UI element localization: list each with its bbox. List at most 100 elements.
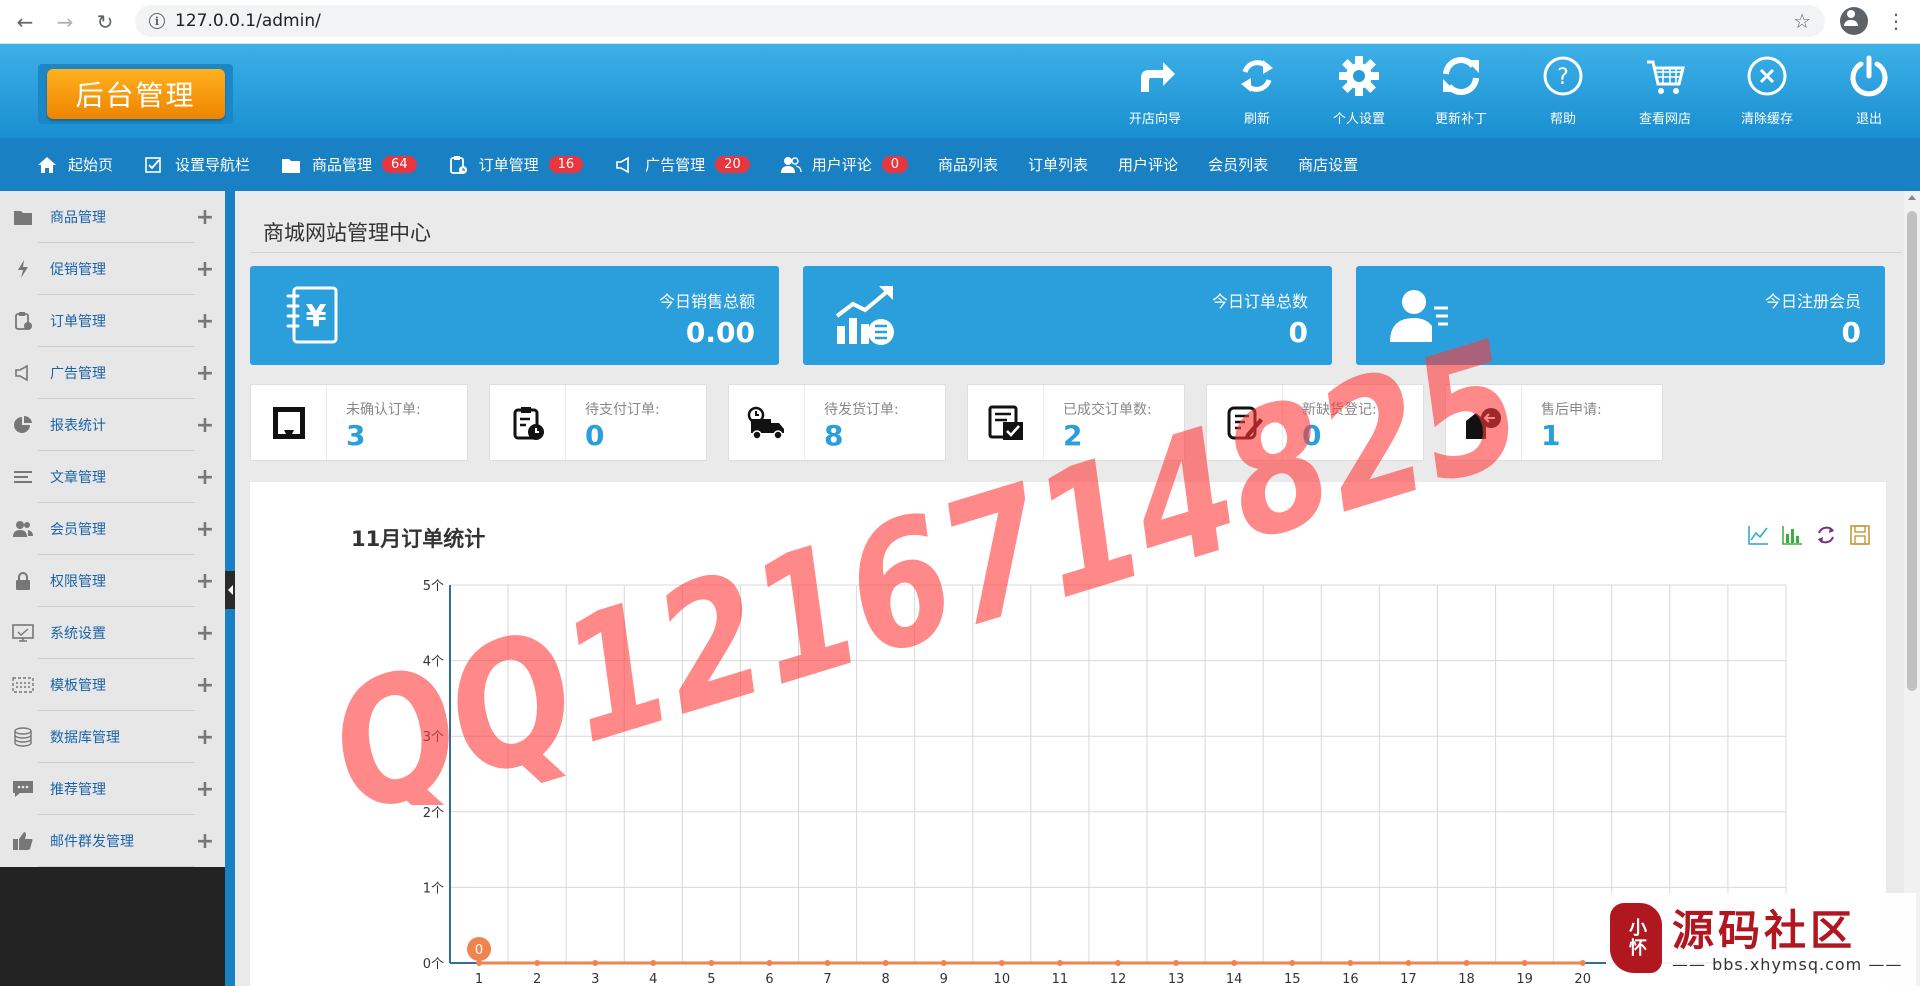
- plus-icon[interactable]: +: [185, 621, 225, 646]
- card-completed-orders[interactable]: 已成交订单数: 2: [967, 384, 1185, 461]
- sidebar-item-database[interactable]: 数据库管理 +: [0, 711, 225, 763]
- tool-help[interactable]: ? 帮助: [1512, 54, 1614, 130]
- lightning-icon: [12, 258, 34, 280]
- x-tick-label: 13: [1168, 972, 1185, 986]
- sidebar-item-recommend[interactable]: 推荐管理 +: [0, 763, 225, 815]
- card-label: 待支付订单:: [585, 402, 660, 418]
- data-point: [708, 960, 715, 966]
- nav-label: 订单列表: [1028, 156, 1089, 174]
- sidebar-item-articles[interactable]: 文章管理 +: [0, 451, 225, 503]
- clipboard-icon: [12, 310, 34, 332]
- sidebar-item-promotions[interactable]: 促销管理 +: [0, 243, 225, 295]
- nav-label: 用户评论: [1118, 156, 1179, 174]
- sidebar-label: 会员管理: [50, 522, 106, 538]
- tool-refresh[interactable]: 刷新: [1206, 54, 1308, 130]
- y-tick-label: 0个: [423, 957, 444, 972]
- payment-clipboard-icon: [490, 385, 566, 460]
- sidebar-item-members[interactable]: 会员管理 +: [0, 503, 225, 555]
- card-label: 已成交订单数:: [1063, 402, 1152, 418]
- vertical-scrollbar[interactable]: [1904, 191, 1920, 986]
- nav-item-orders[interactable]: 订单管理 16: [447, 154, 584, 176]
- nav-item-user-reviews[interactable]: 用户评论: [1118, 154, 1178, 175]
- scrollbar-thumb[interactable]: [1907, 211, 1917, 691]
- tool-label: 开店向导: [1128, 112, 1181, 127]
- sidebar-item-mass-mail[interactable]: 邮件群发管理 +: [0, 815, 225, 867]
- tool-update-patch[interactable]: 更新补丁: [1410, 54, 1512, 130]
- sidebar-item-system-settings[interactable]: 系统设置 +: [0, 607, 225, 659]
- nav-item-shop-settings[interactable]: 商店设置: [1298, 154, 1358, 175]
- x-tick-label: 5: [707, 972, 715, 986]
- plus-icon[interactable]: +: [185, 309, 225, 334]
- y-tick-label: 4个: [423, 655, 444, 670]
- sidebar-item-permissions[interactable]: 权限管理 +: [0, 555, 225, 607]
- plus-icon[interactable]: +: [185, 569, 225, 594]
- nav-item-goods-list[interactable]: 商品列表: [938, 154, 998, 175]
- address-bar[interactable]: i 127.0.0.1/admin/ ☆: [135, 5, 1825, 37]
- top-navbar: 起始页 设置导航栏 商品管理 64 订单管理 16 广告管理 20 用户评论 0…: [0, 138, 1920, 191]
- plus-icon[interactable]: +: [185, 257, 225, 282]
- account-icon[interactable]: [1840, 7, 1868, 35]
- collapse-sidebar-handle[interactable]: [225, 571, 235, 609]
- data-point: [998, 960, 1005, 966]
- plus-icon[interactable]: +: [185, 725, 225, 750]
- sidebar-item-orders[interactable]: 订单管理 +: [0, 295, 225, 347]
- tool-personal-settings[interactable]: 个人设置: [1308, 54, 1410, 130]
- card-value: 0: [585, 419, 605, 452]
- forward-arrow-icon[interactable]: →: [50, 7, 80, 37]
- nav-item-reviews[interactable]: 用户评论 0: [780, 154, 909, 176]
- tool-clear-cache[interactable]: 清除缓存: [1716, 54, 1818, 130]
- card-value: 3: [346, 419, 366, 452]
- plus-icon[interactable]: +: [185, 673, 225, 698]
- plus-icon[interactable]: +: [185, 413, 225, 438]
- sidebar-item-ads[interactable]: 广告管理 +: [0, 347, 225, 399]
- data-point: [1463, 960, 1470, 966]
- back-arrow-icon[interactable]: ←: [10, 7, 40, 37]
- sidebar-item-reports[interactable]: 报表统计 +: [0, 399, 225, 451]
- scroll-up-arrow-icon[interactable]: [1908, 195, 1916, 200]
- x-tick-label: 7: [823, 972, 831, 986]
- data-point: [940, 960, 947, 966]
- pie-chart-icon: [12, 414, 34, 436]
- menu-dots-icon[interactable]: ⋮: [1882, 7, 1910, 35]
- reload-icon[interactable]: ↻: [90, 7, 120, 37]
- plus-icon[interactable]: +: [185, 465, 225, 490]
- card-unconfirmed-orders[interactable]: 未确认订单: 3: [250, 384, 468, 461]
- nav-item-set-navbar[interactable]: 设置导航栏: [143, 154, 250, 176]
- card-new-stockout[interactable]: 新缺货登记: 0: [1206, 384, 1424, 461]
- data-point: [1289, 960, 1296, 966]
- x-tick-label: 1: [475, 972, 483, 986]
- nav-label: 会员列表: [1208, 156, 1269, 174]
- sidebar-label: 报表统计: [50, 418, 106, 434]
- sidebar-item-templates[interactable]: 模板管理 +: [0, 659, 225, 711]
- cart-icon: [1647, 60, 1685, 94]
- tool-label: 刷新: [1243, 112, 1270, 127]
- card-value: 8: [824, 419, 844, 452]
- card-pending-shipment[interactable]: 待发货订单: 8: [728, 384, 946, 461]
- tool-view-shop[interactable]: 查看网店: [1614, 54, 1716, 130]
- nav-item-order-list[interactable]: 订单列表: [1028, 154, 1088, 175]
- nav-label: 商品管理: [312, 156, 373, 174]
- plus-icon[interactable]: +: [185, 517, 225, 542]
- plus-icon[interactable]: +: [185, 205, 225, 230]
- card-after-sales[interactable]: 售后申请: 1: [1445, 384, 1663, 461]
- nav-item-member-list[interactable]: 会员列表: [1208, 154, 1268, 175]
- tool-logout[interactable]: 退出: [1818, 54, 1920, 130]
- svg-text:¥: ¥: [306, 299, 327, 334]
- tool-open-guide[interactable]: 开店向导: [1104, 54, 1206, 130]
- card-label: 未确认订单:: [346, 402, 421, 418]
- clipboard-icon: [447, 154, 469, 176]
- sidebar-label: 模板管理: [50, 678, 106, 694]
- database-icon: [12, 726, 34, 748]
- plus-icon[interactable]: +: [185, 829, 225, 854]
- bookmark-star-icon[interactable]: ☆: [1793, 9, 1811, 33]
- nav-item-goods[interactable]: 商品管理 64: [280, 154, 417, 176]
- plus-icon[interactable]: +: [185, 777, 225, 802]
- nav-item-ads[interactable]: 广告管理 20: [613, 154, 750, 176]
- card-pending-payment[interactable]: 待支付订单: 0: [489, 384, 707, 461]
- nav-item-home[interactable]: 起始页: [36, 154, 113, 176]
- sidebar-label: 广告管理: [50, 366, 106, 382]
- data-point: [1056, 960, 1063, 966]
- info-icon[interactable]: i: [149, 13, 165, 29]
- plus-icon[interactable]: +: [185, 361, 225, 386]
- sidebar-item-goods[interactable]: 商品管理 +: [0, 191, 225, 243]
